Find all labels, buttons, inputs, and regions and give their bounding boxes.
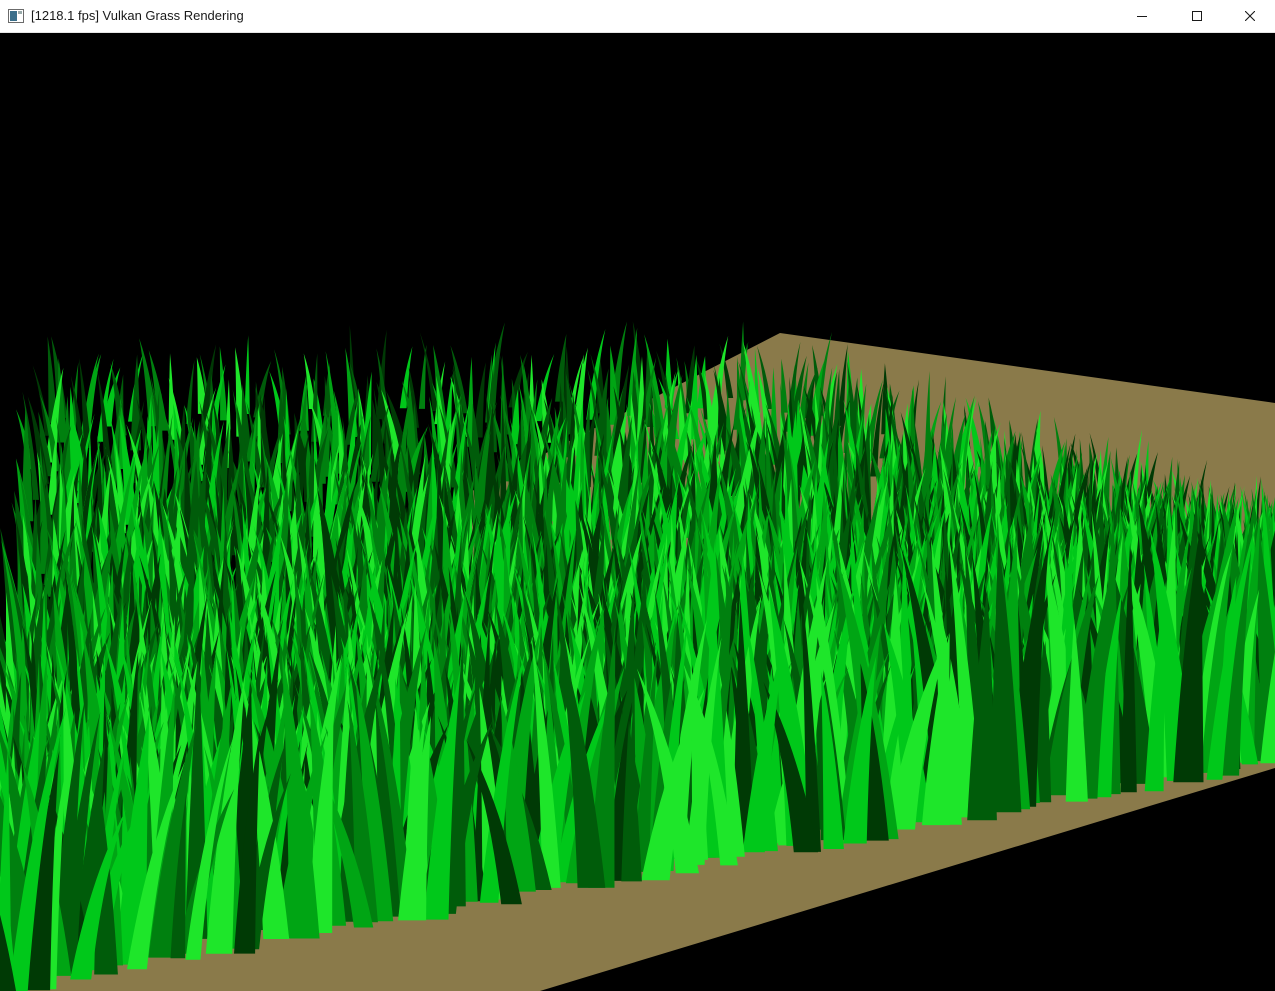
maximize-icon — [1191, 11, 1202, 21]
window-title: [1218.1 fps] Vulkan Grass Rendering — [31, 8, 244, 23]
grass-scene — [0, 33, 1275, 991]
app-window: [1218.1 fps] Vulkan Grass Rendering — [0, 0, 1275, 991]
close-button[interactable] — [1224, 0, 1275, 32]
minimize-icon — [1136, 16, 1147, 17]
render-viewport[interactable] — [0, 33, 1275, 991]
close-icon — [1244, 11, 1255, 21]
app-icon — [8, 9, 24, 23]
maximize-button[interactable] — [1169, 0, 1224, 32]
title-bar[interactable]: [1218.1 fps] Vulkan Grass Rendering — [0, 0, 1275, 33]
minimize-button[interactable] — [1114, 0, 1169, 32]
